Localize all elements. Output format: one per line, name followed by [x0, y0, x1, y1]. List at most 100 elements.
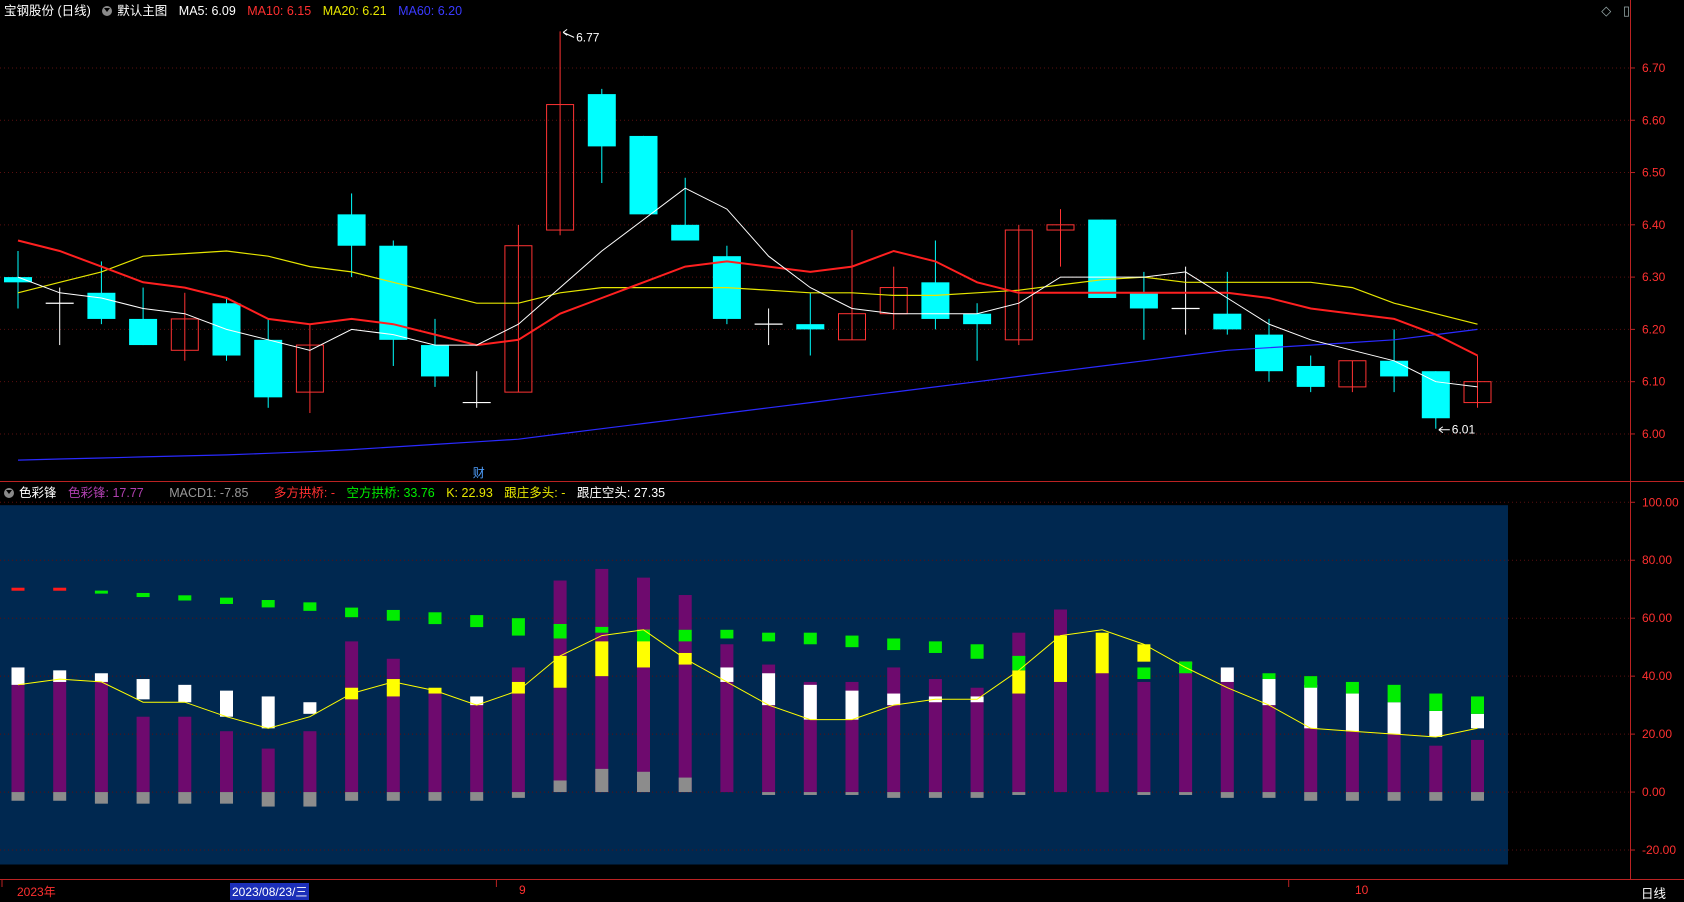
candle-body: [1380, 360, 1409, 377]
low-arrow: [1438, 426, 1450, 434]
gray-bar: [845, 792, 859, 795]
yellow-bar: [553, 655, 567, 688]
bridge-marker: [94, 590, 108, 594]
green-bar: [1387, 684, 1401, 703]
gray-bar: [803, 792, 817, 795]
template-label: 默认主图: [117, 4, 168, 18]
indicator-tick-label: 80.00: [1642, 553, 1672, 567]
indicator-panel-header: 色彩锋 色彩锋: 17.77 MACD1: -7.85 多方拱桥: - 空方拱桥…: [0, 482, 673, 504]
gray-bar: [595, 768, 609, 793]
purple-bar: [1429, 745, 1443, 793]
panel-controls: ◇ ▯: [1593, 3, 1630, 19]
green-bar: [803, 632, 817, 645]
stock-title[interactable]: 宝钢股份 (日线): [4, 4, 91, 18]
diamond-icon[interactable]: ◇: [1601, 3, 1611, 18]
green-bar: [928, 641, 942, 653]
white-bar: [1429, 710, 1443, 738]
period-button[interactable]: 日线: [1641, 883, 1666, 902]
price-tick-label: 6.40: [1642, 218, 1666, 232]
purple-bar: [136, 716, 150, 793]
white-bar: [762, 673, 776, 706]
indicator-panel-bg: [0, 505, 1508, 865]
purple-bar: [178, 716, 192, 793]
candle-body: [1296, 365, 1325, 387]
indicator-tick-label: 20.00: [1642, 727, 1672, 741]
gray-bar: [261, 792, 275, 807]
purple-bar: [1095, 670, 1109, 793]
green-bar: [970, 644, 984, 659]
green-bar: [1304, 676, 1318, 688]
high-arrow: [562, 28, 575, 38]
purple-bar: [1137, 681, 1151, 793]
macd-value: MACD1: -7.85: [169, 486, 249, 500]
purple-bar: [887, 667, 901, 793]
green-bar: [1137, 667, 1151, 680]
gray-bar: [928, 792, 942, 798]
purple-bar: [1220, 673, 1234, 793]
purple-bar: [595, 568, 609, 793]
white-bar: [845, 690, 859, 720]
window-icon[interactable]: ▯: [1623, 3, 1630, 18]
price-tick-label: 6.60: [1642, 113, 1666, 127]
ma20-label: MA20: 6.21: [322, 4, 387, 18]
purple-bar: [637, 577, 650, 793]
purple-bar: [303, 731, 317, 793]
gray-bar: [637, 771, 650, 793]
purple-bar: [678, 595, 692, 793]
green-bar: [720, 629, 734, 639]
white-bar: [1304, 684, 1318, 729]
white-bar: [261, 696, 275, 729]
candle-body: [129, 318, 158, 346]
white-bar: [136, 679, 150, 700]
candle-body: [4, 277, 32, 283]
white-bar: [1345, 693, 1359, 732]
gray-bar: [678, 777, 692, 793]
stock-chart[interactable]: 6.70 6.60 6.50 6.40 6.30 6.20 6.10 6.00 6.77 6.01…: [0, 0, 1684, 901]
bridge-marker: [178, 595, 192, 601]
indicator-selector[interactable]: 色彩锋: [4, 486, 57, 500]
purple-bar: [345, 641, 359, 793]
gray-bar: [762, 792, 776, 795]
candle-body: [337, 214, 366, 246]
gray-bar: [553, 780, 567, 793]
purple-bar: [386, 658, 400, 793]
ma5-label: MA5: 6.09: [178, 4, 236, 18]
gray-bar: [386, 792, 400, 801]
chevron-down-icon[interactable]: [102, 5, 113, 16]
candle-body: [629, 135, 658, 215]
low-price-label: 6.01: [1452, 423, 1476, 437]
gray-bar: [220, 792, 233, 804]
gray-bar: [136, 792, 150, 804]
gray-bar: [470, 792, 484, 801]
chevron-down-icon[interactable]: [4, 487, 14, 498]
candle-body: [1255, 334, 1283, 372]
bridge-marker: [261, 600, 275, 608]
white-bar: [1262, 676, 1276, 706]
finance-marker: 财: [473, 466, 485, 480]
price-tick-label: 6.50: [1642, 166, 1666, 180]
cursor-date-label: 2023/08/23/三: [230, 883, 310, 900]
candle-body: [1421, 371, 1450, 419]
green-bar: [1012, 655, 1026, 671]
yellow-bar: [1095, 632, 1109, 674]
purple-bar: [11, 667, 25, 793]
gray-bar: [303, 792, 317, 807]
high-price-label: 6.77: [576, 30, 600, 44]
yellow-bar: [1054, 635, 1067, 682]
ma10-label: MA10: 6.15: [247, 4, 312, 18]
template-dropdown[interactable]: 默认主图: [102, 4, 167, 18]
year-label: 2023年: [17, 885, 56, 899]
white-bar: [220, 690, 233, 717]
gray-bar: [11, 792, 25, 801]
purple-bar: [1179, 661, 1193, 793]
purple-bar: [928, 679, 942, 793]
gray-bar: [511, 792, 525, 798]
white-bar: [803, 684, 817, 720]
gray-bar: [1220, 792, 1234, 798]
green-bar: [887, 638, 901, 651]
white-bar: [887, 693, 901, 706]
candle-body: [254, 339, 283, 398]
indicator-tick-label: 0.00: [1642, 785, 1666, 799]
green-bar: [1345, 681, 1359, 694]
green-bar: [762, 632, 776, 642]
